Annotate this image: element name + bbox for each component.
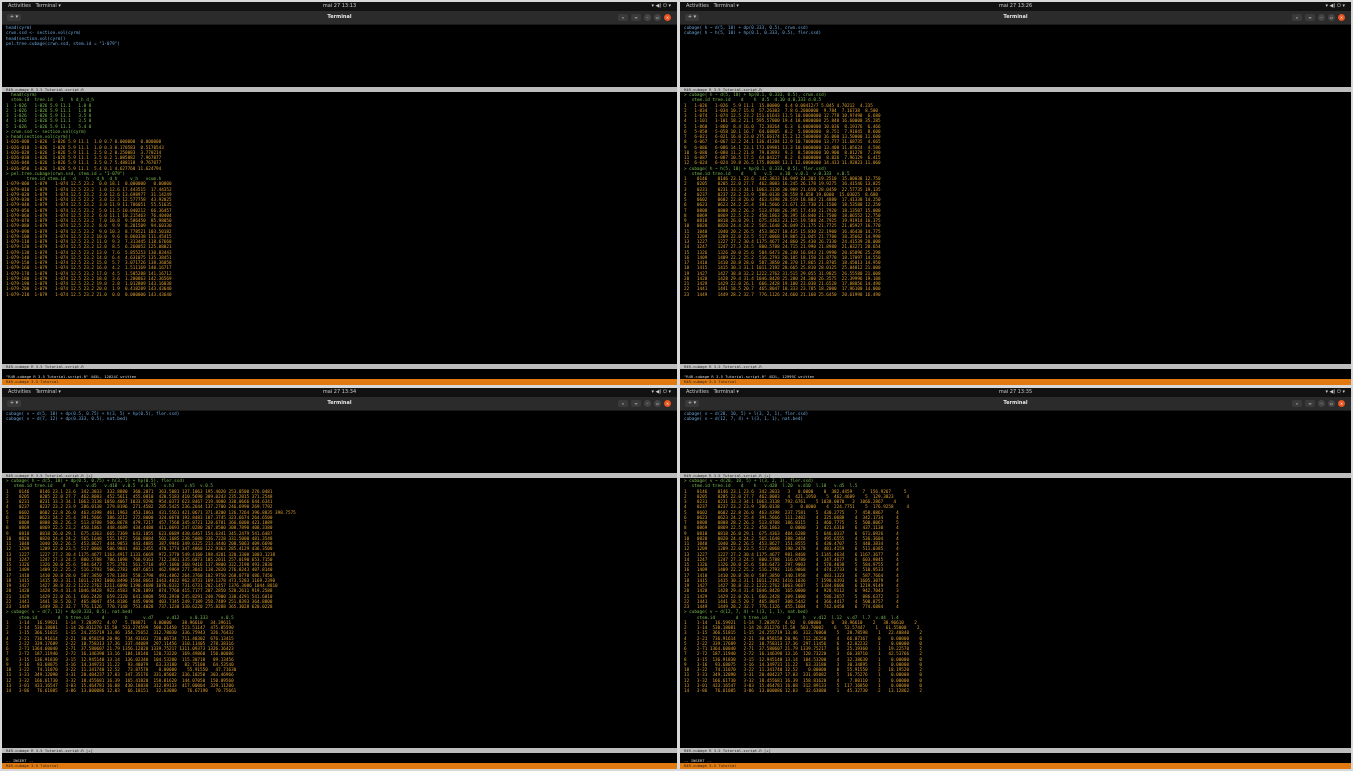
console-header-text: > cubage( v ~ d(7, 12) + dp(0.333, 0.5),… <box>6 610 234 621</box>
gnome-top-bar: Activities Terminal ▾ mai 27 13:34 ▾ ◀) … <box>2 388 677 397</box>
window-title: Terminal <box>1003 400 1028 406</box>
window-titlebar: + ▾ Terminal ⌕ ≡ – ▫ × <box>2 11 677 25</box>
gnome-top-bar: Activities Terminal ▾ mai 27 13:26 ▾ ◀) … <box>680 2 1351 11</box>
system-tray[interactable]: ▾ ◀) ⏻ ▾ <box>1325 2 1345 11</box>
console-status-line: R4R.cubage R 3.5 Tutorial-script.R <box>680 364 1351 369</box>
window-titlebar: + ▾ Terminal ⌕ ≡ – ▫ × <box>2 397 677 411</box>
window-titlebar: + ▾ Terminal ⌕ ≡ – ▫ × <box>680 397 1351 411</box>
console-status-line: R4R.cubage R 3.5 Tutorial-script.R [+] <box>680 748 1351 753</box>
terminal-pane-2[interactable]: Activities Terminal ▾ mai 27 13:26 ▾ ◀) … <box>680 2 1351 385</box>
r-console-output[interactable]: > cubage( h ~ d(5, 10) + dp(0.5, 0.75) +… <box>2 478 677 695</box>
search-icon[interactable]: ⌕ <box>618 400 628 407</box>
tmux-status-bar: R4R.cubage 3.5 Tutorial <box>680 379 1351 385</box>
terminal-pane-1[interactable]: Activities Terminal ▾ mai 27 13:13 ▾ ◀) … <box>2 2 677 385</box>
console-table-text: 1 1-14 16.59921 1-14 7.203972 4.92 0.000… <box>684 620 922 694</box>
tmux-status-bar: R4R.cubage 3.5 Tutorial <box>680 763 1351 769</box>
console-header-text: > cubage( h ~ h(5, 10) + hp(0.1, 0.333, … <box>684 166 850 177</box>
maximize-icon[interactable]: ▫ <box>654 14 661 21</box>
minimize-icon[interactable]: – <box>1318 400 1325 407</box>
console-header-text: head(cyrm) stem.id tree.id d h d_h d_h 1… <box>6 93 94 140</box>
gnome-top-bar: Activities Terminal ▾ mai 27 13:35 ▾ ◀) … <box>680 388 1351 397</box>
console-status-line: R4R.cubage R 3.5 Tutorial-script.R <box>2 364 677 369</box>
maximize-icon[interactable]: ▫ <box>1328 400 1335 407</box>
minimize-icon[interactable]: – <box>644 14 651 21</box>
console-table-text: 1 0146 0146 23.1 23.6 342.3833 3 0.0000 … <box>684 489 910 611</box>
gnome-top-bar: Activities Terminal ▾ mai 27 13:13 ▾ ◀) … <box>2 2 677 11</box>
close-icon[interactable]: × <box>1338 14 1345 21</box>
tmux-status-bar: R4R.cubage 3.5 Tutorial <box>2 763 677 769</box>
tmux-status-bar: R4R.cubage 3.5 Tutorial <box>2 379 677 385</box>
system-tray[interactable]: ▾ ◀) ⏻ ▾ <box>1325 388 1345 397</box>
search-icon[interactable]: ⌕ <box>618 14 628 21</box>
search-icon[interactable]: ⌕ <box>1292 400 1302 407</box>
close-icon[interactable]: × <box>664 400 671 407</box>
editor-text[interactable]: cubage( v ~ d(20, 10, 5) + l(3, 2, 1), f… <box>680 411 1351 424</box>
console-header-text: > cubage( h ~ d(5, 10) + hp(0.1, 0.333, … <box>684 93 827 104</box>
clock[interactable]: mai 27 13:35 <box>680 388 1351 397</box>
window-title: Terminal <box>1003 14 1028 20</box>
terminal-pane-4[interactable]: Activities Terminal ▾ mai 27 13:35 ▾ ◀) … <box>680 388 1351 769</box>
editor-text[interactable]: cubage( h ~ d(5, 10) + dp(0.333, 0.5), c… <box>680 25 1351 38</box>
console-header-text: > pel.tree.cubage(crwn.ssd, stem.id = "1… <box>6 171 162 182</box>
menu-icon[interactable]: ≡ <box>631 14 641 21</box>
close-icon[interactable]: × <box>1338 400 1345 407</box>
maximize-icon[interactable]: ▫ <box>654 400 661 407</box>
console-table-text: 1-026-000 1-026 1-026 5.9 11.1 1.0 0.7 0… <box>6 140 164 172</box>
console-table-text: 1 0146 0146 23.1 23.6 342.3833 332.8880 … <box>6 489 296 611</box>
console-table-text: 1-079-000 1-079 1-074 12.5 23.2 0.0 18.1… <box>6 182 172 298</box>
terminal-pane-3[interactable]: Activities Terminal ▾ mai 27 13:34 ▾ ◀) … <box>2 388 677 769</box>
editor-text[interactable]: cubage( v ~ d(5, 10) + dp(0.5, 0.75) + h… <box>2 411 677 424</box>
search-icon[interactable]: ⌕ <box>1292 14 1302 21</box>
minimize-icon[interactable]: – <box>644 400 651 407</box>
console-header-text: > cubage( v ~ d(12, 7, 4) + l(3, 1, 1), … <box>684 610 899 621</box>
clock[interactable]: mai 27 13:13 <box>2 2 677 11</box>
editor-text[interactable]: head(cyrm) crwn.ssd <- section.vol(cyrm)… <box>2 25 677 48</box>
r-console-output[interactable]: head(cyrm) stem.id tree.id d h d_h d_h 1… <box>2 92 677 299</box>
system-tray[interactable]: ▾ ◀) ⏻ ▾ <box>651 388 671 397</box>
menu-icon[interactable]: ≡ <box>1305 14 1315 21</box>
maximize-icon[interactable]: ▫ <box>1328 14 1335 21</box>
window-title: Terminal <box>327 14 352 20</box>
console-header-text: > cubage( v ~ d(20, 10, 5) + l(3, 2, 1),… <box>684 479 858 490</box>
console-table-text: 1 1-026 1-026 5.9 11.1 15.00000 4.4 0.00… <box>684 103 881 167</box>
console-status-line: R4R.cubage R 3.5 Tutorial-script.R [+] <box>2 748 677 753</box>
menu-icon[interactable]: ≡ <box>631 400 641 407</box>
console-header-text: > cubage( h ~ d(5, 10) + dp(0.5, 0.75) +… <box>6 479 213 490</box>
system-tray[interactable]: ▾ ◀) ⏻ ▾ <box>651 2 671 11</box>
close-icon[interactable]: × <box>664 14 671 21</box>
window-title: Terminal <box>327 400 352 406</box>
minimize-icon[interactable]: – <box>1318 14 1325 21</box>
r-console-output[interactable]: > cubage( v ~ d(20, 10, 5) + l(3, 2, 1),… <box>680 478 1351 695</box>
r-console-output[interactable]: > cubage( h ~ d(5, 10) + hp(0.1, 0.333, … <box>680 92 1351 299</box>
clock[interactable]: mai 27 13:26 <box>680 2 1351 11</box>
menu-icon[interactable]: ≡ <box>1305 400 1315 407</box>
console-table-text: 1 1-14 16.59921 1-14 7.203972 4.97 5.708… <box>6 620 237 694</box>
console-table-text: 1 0146 0146 23.1 23.6 342.3833 16.949 24… <box>684 177 881 298</box>
window-titlebar: + ▾ Terminal ⌕ ≡ – ▫ × <box>680 11 1351 25</box>
clock[interactable]: mai 27 13:34 <box>2 388 677 397</box>
